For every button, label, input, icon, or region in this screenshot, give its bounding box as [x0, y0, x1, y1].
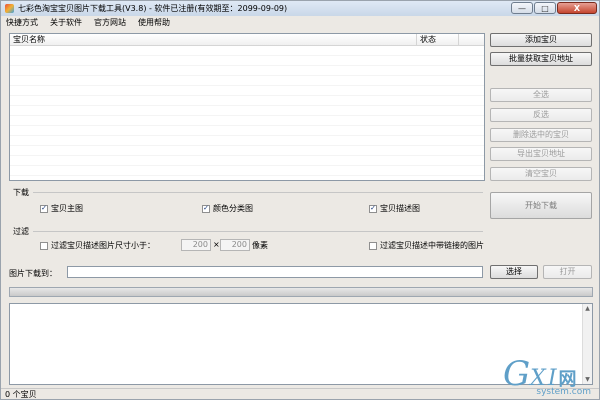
title-bar[interactable]: 七彩色淘宝宝贝图片下载工具(V3.8) - 软件已注册(有效期至：2099-09…: [1, 1, 599, 16]
size-filter-checkbox[interactable]: 过滤宝贝描述图片尺寸小于：: [40, 240, 155, 251]
times-sign: ×: [213, 240, 220, 249]
filter-group-label: 过滤: [13, 227, 29, 236]
clear-items-button[interactable]: 清空宝贝: [490, 167, 592, 181]
menu-help[interactable]: 使用帮助: [138, 17, 170, 28]
filter-group-divider: [33, 231, 483, 232]
item-count-status: 0 个宝贝: [5, 389, 37, 399]
pixel-unit-label: 像素: [252, 241, 268, 250]
color-image-check-icon: ✓: [202, 204, 210, 213]
scroll-up-icon[interactable]: ▲: [583, 304, 592, 313]
min-height-input[interactable]: 200: [220, 239, 250, 251]
list-header: 宝贝名称 状态: [10, 34, 484, 46]
download-path-input[interactable]: [67, 266, 483, 278]
batch-get-url-button[interactable]: 批量获取宝贝地址: [490, 52, 592, 66]
link-filter-check-icon: [369, 241, 377, 250]
start-download-button[interactable]: 开始下载: [490, 192, 592, 219]
desc-image-checkbox[interactable]: ✓ 宝贝描述图: [369, 203, 420, 214]
color-image-label: 颜色分类图: [213, 204, 253, 213]
delete-selected-button[interactable]: 删除选中的宝贝: [490, 128, 592, 142]
maximize-button[interactable]: □: [534, 2, 556, 14]
open-folder-button[interactable]: 打开: [543, 265, 592, 279]
min-width-input[interactable]: 200: [181, 239, 211, 251]
close-icon: X: [573, 3, 581, 13]
export-urls-button[interactable]: 导出宝贝地址: [490, 147, 592, 161]
download-progress-bar: [9, 287, 593, 297]
close-button[interactable]: X: [557, 2, 597, 14]
menu-about[interactable]: 关于软件: [50, 17, 82, 28]
menu-bar: 快捷方式 关于软件 官方网站 使用帮助: [1, 16, 599, 28]
invert-selection-button[interactable]: 反选: [490, 108, 592, 122]
choose-path-button[interactable]: 选择: [490, 265, 538, 279]
link-filter-label: 过滤宝贝描述中带链接的图片: [380, 241, 484, 250]
desc-image-label: 宝贝描述图: [380, 204, 420, 213]
add-item-button[interactable]: 添加宝贝: [490, 33, 592, 47]
size-filter-label: 过滤宝贝描述图片尺寸小于：: [51, 241, 155, 250]
watermark-logo-g: G: [503, 354, 531, 394]
app-icon: [5, 4, 14, 13]
main-image-check-icon: ✓: [40, 204, 48, 213]
column-header-name[interactable]: 宝贝名称: [10, 34, 417, 45]
minimize-icon: —: [518, 3, 526, 13]
list-body[interactable]: [10, 46, 484, 180]
app-window: 七彩色淘宝宝贝图片下载工具(V3.8) - 软件已注册(有效期至：2099-09…: [0, 0, 600, 400]
item-list[interactable]: 宝贝名称 状态: [9, 33, 485, 181]
select-all-button[interactable]: 全选: [490, 88, 592, 102]
color-image-checkbox[interactable]: ✓ 颜色分类图: [202, 203, 253, 214]
minimize-button[interactable]: —: [511, 2, 533, 14]
desc-image-check-icon: ✓: [369, 204, 377, 213]
window-controls: — □ X: [511, 2, 597, 14]
watermark-domain: system.com: [536, 387, 591, 397]
site-watermark: G XI 网 system.com: [503, 357, 595, 397]
size-filter-check-icon: [40, 241, 48, 250]
main-image-checkbox[interactable]: ✓ 宝贝主图: [40, 203, 83, 214]
maximize-icon: □: [541, 3, 549, 13]
column-header-state[interactable]: 状态: [417, 34, 459, 45]
link-filter-checkbox[interactable]: 过滤宝贝描述中带链接的图片: [369, 240, 484, 251]
window-title: 七彩色淘宝宝贝图片下载工具(V3.8) - 软件已注册(有效期至：2099-09…: [18, 4, 288, 13]
download-group-label: 下载: [13, 188, 29, 197]
menu-website[interactable]: 官方网站: [94, 17, 126, 28]
download-path-label: 图片下载到：: [9, 269, 57, 278]
main-image-label: 宝贝主图: [51, 204, 83, 213]
download-group-divider: [33, 192, 483, 193]
menu-shortcuts[interactable]: 快捷方式: [6, 17, 38, 28]
